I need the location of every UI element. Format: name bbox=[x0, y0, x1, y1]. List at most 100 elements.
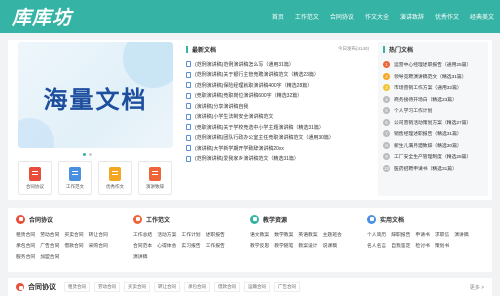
nav-item-speech[interactable]: 演讲致辞 bbox=[400, 12, 424, 21]
briefcase-icon bbox=[133, 214, 142, 224]
category-link[interactable]: 英语教案 bbox=[298, 230, 317, 241]
document-icon bbox=[186, 134, 191, 141]
quick-link-contract[interactable]: 合同协议 bbox=[18, 161, 52, 195]
rank-badge: 7 bbox=[383, 130, 390, 138]
category-title[interactable]: 教学资源 bbox=[263, 215, 287, 224]
category-link[interactable]: 自我鉴定 bbox=[391, 241, 410, 252]
list-item[interactable]: 5 个人学习工作计划 bbox=[383, 105, 483, 117]
category-link[interactable]: 实习报告 bbox=[181, 241, 200, 252]
category-link[interactable]: 检讨书 bbox=[415, 241, 429, 252]
category-link[interactable]: 名人名言 bbox=[367, 241, 386, 252]
section-tab[interactable]: 运输合同 bbox=[244, 282, 270, 292]
category-link[interactable]: 活动方案 bbox=[157, 230, 176, 241]
category-link[interactable]: 演讲稿 bbox=[454, 230, 468, 241]
category-link[interactable]: 述职报告 bbox=[206, 230, 225, 241]
nav-item-classic[interactable]: 经典美文 bbox=[470, 12, 494, 21]
list-item[interactable]: (范例演讲稿)关于银行主管竞聘演讲稿范文（精选23篇） bbox=[186, 70, 369, 81]
list-item[interactable]: (演讲稿)大学新学期开学致辞演讲稿20xx bbox=[186, 143, 369, 154]
category-contract: 合同协议 租赁合同 劳动合同 买卖合同 转让合同 承包合同 广告合同 借款合同 … bbox=[16, 214, 131, 266]
nav-item-excellent[interactable]: 优秀作文 bbox=[435, 12, 459, 21]
quick-link-work[interactable]: 工作范文 bbox=[58, 161, 92, 195]
category-link[interactable]: 个人简历 bbox=[367, 230, 386, 241]
category-link[interactable]: 语文教案 bbox=[250, 230, 269, 241]
list-item[interactable]: 6 公司营销活动策划方案（精选27篇） bbox=[383, 117, 483, 129]
section-tabs: 租赁合同 劳动合同 买卖合同 转让合同 承包合同 借款合同 运输合同 广告合同 bbox=[64, 282, 470, 292]
category-link[interactable]: 教案设计 bbox=[298, 241, 317, 252]
contract-section: 合同协议 租赁合同 劳动合同 买卖合同 转让合同 承包合同 借款合同 运输合同 … bbox=[8, 278, 492, 296]
section-tab[interactable]: 买卖合同 bbox=[124, 282, 150, 292]
category-link[interactable]: 借款合同 bbox=[64, 241, 83, 252]
category-title[interactable]: 实用文档 bbox=[380, 215, 404, 224]
category-link[interactable]: 教学反思 bbox=[250, 241, 269, 252]
section-tab[interactable]: 借款合同 bbox=[214, 282, 240, 292]
more-link[interactable]: 更多 > bbox=[470, 284, 484, 291]
list-item[interactable]: (范例演讲稿)爱我家乡演讲稿范文（精选31篇） bbox=[186, 154, 369, 165]
category-link[interactable]: 辞职报告 bbox=[391, 230, 410, 241]
category-link[interactable]: 申请书 bbox=[415, 230, 429, 241]
list-item[interactable]: (范例演讲稿)保险经理就职演讲稿400字（精选28篇） bbox=[186, 80, 369, 91]
category-link[interactable]: 说课稿 bbox=[323, 241, 337, 252]
category-link[interactable]: 演讲稿 bbox=[133, 252, 147, 263]
section-tab[interactable]: 广告合同 bbox=[274, 282, 300, 292]
nav-item-essays[interactable]: 作文大全 bbox=[365, 12, 389, 21]
section-tab[interactable]: 转让合同 bbox=[154, 282, 180, 292]
list-item[interactable]: 3 市场营销工作方案（通用32篇） bbox=[383, 82, 483, 94]
category-link[interactable]: 心得体会 bbox=[157, 241, 176, 252]
category-link[interactable]: 合同范本 bbox=[133, 241, 152, 252]
list-item[interactable]: (范例演讲稿)范例演讲稿怎么写（通用31篇） bbox=[186, 59, 369, 70]
category-link[interactable]: 租赁合同 bbox=[16, 230, 35, 241]
carousel-dot[interactable] bbox=[89, 153, 92, 156]
hot-docs-list: 1 运营中心经理述职报告（通用25篇） 2 领导竞聘演讲稿范文（精选31篇） 3 市场… bbox=[383, 59, 483, 174]
category-link[interactable]: 数学教案 bbox=[274, 230, 293, 241]
category-link[interactable]: 工作总结 bbox=[133, 230, 152, 241]
category-link[interactable]: 劳动合同 bbox=[40, 230, 59, 241]
hero-banner[interactable]: 海量文档 bbox=[18, 42, 173, 148]
list-item[interactable]: (竞职演讲稿)关于学校竞选中小学主题演讲稿（精选31篇） bbox=[186, 122, 369, 133]
category-link[interactable]: 买卖合同 bbox=[64, 230, 83, 241]
document-icon bbox=[186, 124, 191, 131]
list-item[interactable]: 1 运营中心经理述职报告（通用25篇） bbox=[383, 59, 483, 71]
list-item[interactable]: 4 商务接待开场白（精选23篇） bbox=[383, 94, 483, 106]
list-item[interactable]: 8 新生儿满月酒致辞（精选30篇） bbox=[383, 140, 483, 152]
nav-item-contract[interactable]: 合同协议 bbox=[330, 12, 354, 21]
category-link[interactable]: 加盟合同 bbox=[40, 252, 59, 263]
category-link[interactable]: 策划书 bbox=[435, 241, 449, 252]
list-item[interactable]: (演讲稿)分享演讲稿自我 bbox=[186, 101, 369, 112]
category-title[interactable]: 工作范文 bbox=[146, 215, 170, 224]
site-logo[interactable]: 库库坊 bbox=[12, 3, 72, 30]
latest-docs-title: 最新文档 bbox=[192, 47, 217, 54]
doc-title: (范例演讲稿)团队行政办公室主任竞职演讲稿范文（通用30篇） bbox=[195, 135, 334, 142]
list-item[interactable]: (演讲稿)小学生法制安全演讲稿范文 bbox=[186, 112, 369, 123]
rank-badge: 9 bbox=[383, 153, 390, 161]
document-icon bbox=[186, 103, 191, 110]
category-link[interactable]: 服务合同 bbox=[16, 252, 35, 263]
section-title[interactable]: 合同协议 bbox=[28, 282, 56, 292]
category-teaching: 教学资源 语文教案 数学教案 英语教案 主题班会 教学反思 教学随笔 教案设计 … bbox=[250, 214, 365, 266]
category-link[interactable]: 广告合同 bbox=[40, 241, 59, 252]
list-item[interactable]: 9 工厂安全生产管理制度（精选28篇） bbox=[383, 151, 483, 163]
category-link[interactable]: 求职信 bbox=[435, 230, 449, 241]
category-link[interactable]: 工作报告 bbox=[206, 241, 225, 252]
list-item[interactable]: (范例演讲稿)团队行政办公室主任竞职演讲稿范文（通用30篇） bbox=[186, 133, 369, 144]
list-item[interactable]: 10 医药招聘申请书（精选31篇） bbox=[383, 163, 483, 175]
nav-item-home[interactable]: 首页 bbox=[272, 12, 284, 21]
list-item[interactable]: 7 销售经理述职报告（精选31篇） bbox=[383, 128, 483, 140]
category-title[interactable]: 合同协议 bbox=[29, 215, 53, 224]
quick-link-essay[interactable]: 优秀作文 bbox=[98, 161, 132, 195]
category-link[interactable]: 主题班会 bbox=[323, 230, 342, 241]
section-tab[interactable]: 承包合同 bbox=[184, 282, 210, 292]
category-link[interactable]: 采购合同 bbox=[89, 241, 108, 252]
nav-item-work[interactable]: 工作范文 bbox=[295, 12, 319, 21]
category-link[interactable]: 转让合同 bbox=[89, 230, 108, 241]
carousel-dot[interactable] bbox=[83, 153, 86, 156]
section-tab[interactable]: 劳动合同 bbox=[94, 282, 120, 292]
rank-badge: 8 bbox=[383, 141, 390, 149]
hot-docs-header: 热门文档 bbox=[383, 42, 483, 56]
list-item[interactable]: (竞职演讲稿)竞职岗位演讲稿600字（精选32篇） bbox=[186, 91, 369, 102]
list-item[interactable]: 2 领导竞聘演讲稿范文（精选31篇） bbox=[383, 71, 483, 83]
category-link[interactable]: 教学随笔 bbox=[274, 241, 293, 252]
section-tab[interactable]: 租赁合同 bbox=[64, 282, 90, 292]
category-link[interactable]: 承包合同 bbox=[16, 241, 35, 252]
quick-link-speech[interactable]: 演讲致辞 bbox=[138, 161, 172, 195]
category-link[interactable]: 工作计划 bbox=[181, 230, 200, 241]
